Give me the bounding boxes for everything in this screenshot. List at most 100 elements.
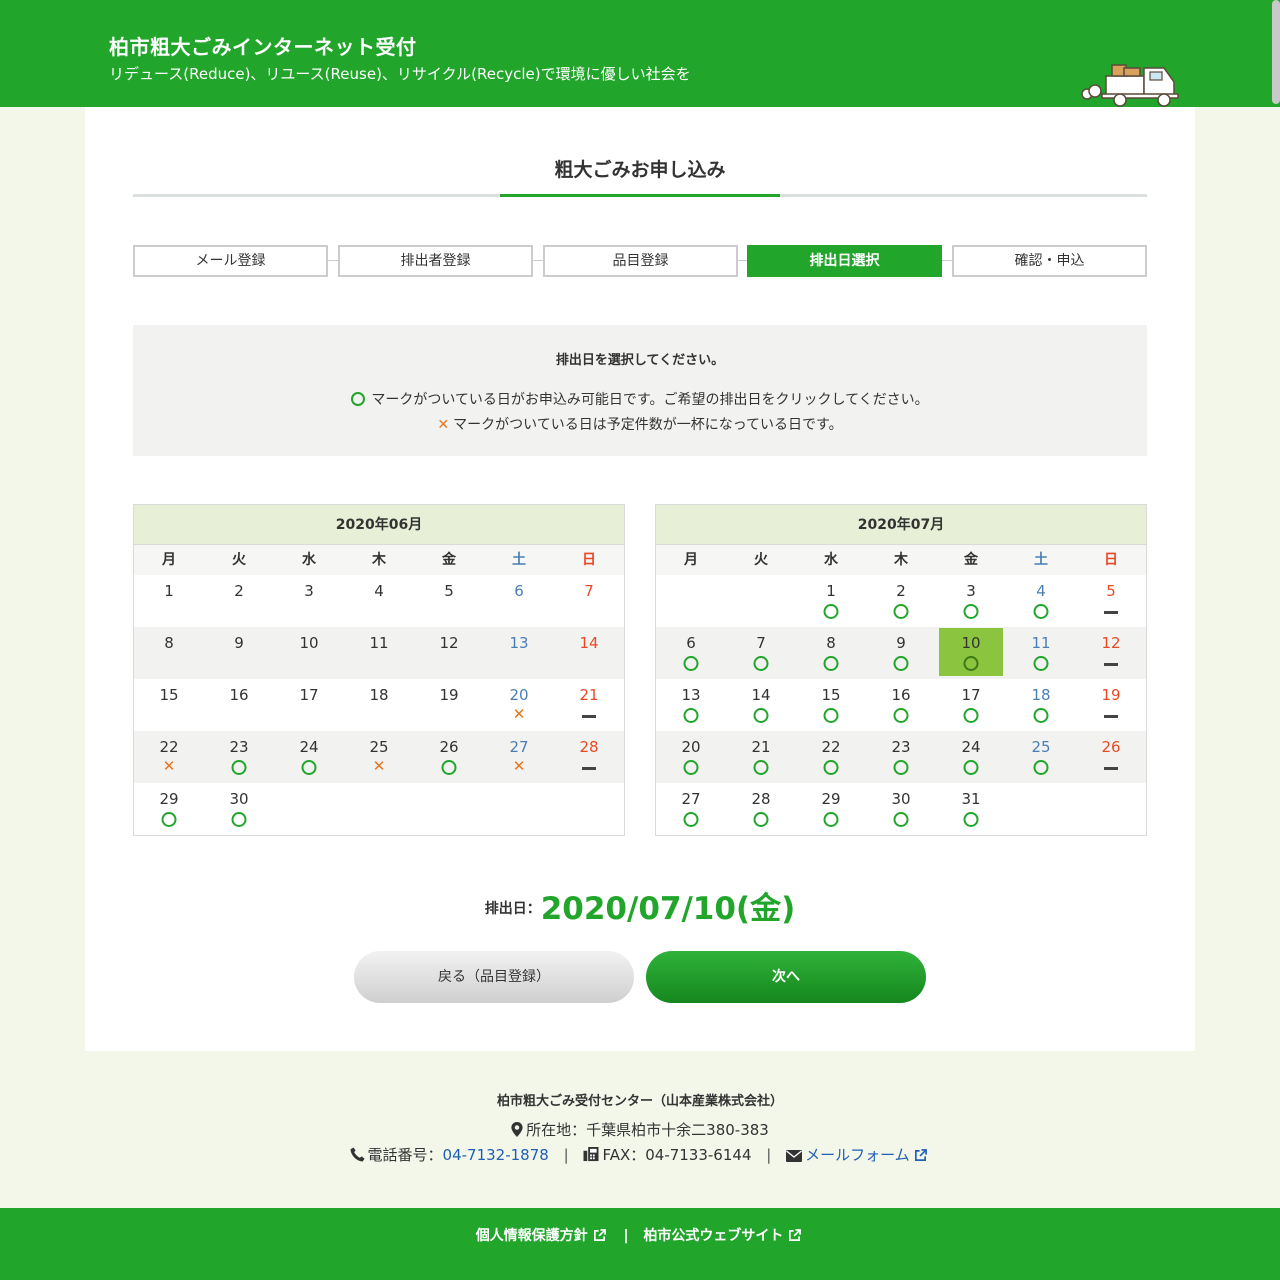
footer-mail-form-link[interactable]: メールフォーム bbox=[805, 1146, 930, 1164]
back-button[interactable]: 戻る（品目登録） bbox=[354, 951, 634, 1003]
day-number: 28 bbox=[751, 790, 771, 808]
calendar-day: 7 bbox=[554, 575, 624, 627]
calendar-day[interactable]: 8 bbox=[796, 627, 866, 679]
calendar-day[interactable]: 13 bbox=[656, 679, 726, 731]
calendar-day[interactable]: 4 bbox=[1006, 575, 1076, 627]
calendar-day[interactable]: 9 bbox=[866, 627, 936, 679]
calendar-day[interactable]: 22 bbox=[796, 731, 866, 783]
day-number: 30 bbox=[891, 790, 911, 808]
day-number: 24 bbox=[299, 738, 319, 756]
footer-bar: 個人情報保護方針 | 柏市公式ウェブサイト bbox=[0, 1208, 1280, 1280]
city-website-link[interactable]: 柏市公式ウェブサイト bbox=[643, 1228, 804, 1244]
available-circle-icon bbox=[161, 812, 177, 827]
day-number: 8 bbox=[826, 634, 836, 652]
available-circle-icon bbox=[963, 812, 979, 827]
calendar-day[interactable]: 6 bbox=[656, 627, 726, 679]
available-circle-icon bbox=[1033, 656, 1049, 671]
full-cross-icon: ✕ bbox=[372, 757, 386, 775]
calendar-weekday-header: 月火水木金土日 bbox=[656, 545, 1146, 575]
calendar-day[interactable]: 16 bbox=[866, 679, 936, 731]
calendar-day[interactable]: 1 bbox=[796, 575, 866, 627]
calendar-day[interactable]: 30 bbox=[204, 783, 274, 835]
available-circle-icon bbox=[1033, 760, 1049, 775]
calendar-day: 20 ✕ bbox=[484, 679, 554, 731]
calendar-day[interactable]: 30 bbox=[866, 783, 936, 835]
footer-separator: | bbox=[623, 1228, 629, 1244]
calendar-day[interactable]: 28 bbox=[726, 783, 796, 835]
available-circle-icon bbox=[963, 760, 979, 775]
calendar-day[interactable]: 20 bbox=[656, 731, 726, 783]
weekday-label: 金 bbox=[442, 552, 456, 568]
calendar-day[interactable]: 21 bbox=[726, 731, 796, 783]
privacy-policy-link[interactable]: 個人情報保護方針 bbox=[476, 1228, 609, 1244]
calendar-week-row: 8 9 10 11 12 13 14 bbox=[134, 627, 624, 679]
selected-date-label: 排出日： bbox=[484, 901, 541, 917]
closed-dash-icon bbox=[1104, 715, 1118, 718]
calendar-empty-cell bbox=[726, 575, 796, 627]
calendar-day[interactable]: 18 bbox=[1006, 679, 1076, 731]
day-number: 17 bbox=[299, 686, 319, 704]
day-number: 9 bbox=[234, 634, 244, 652]
available-circle-icon bbox=[683, 656, 699, 671]
calendar-day[interactable]: 23 bbox=[204, 731, 274, 783]
footer-phone-label: 電話番号： bbox=[367, 1146, 443, 1164]
calendar-day[interactable]: 2 bbox=[866, 575, 936, 627]
calendar-body: 1 2 3 4 5 6 7 8 9 10 11 12 13 14 15 16 17 18 19 20 21 22 23 24 2… bbox=[656, 575, 1146, 835]
available-circle-icon bbox=[823, 708, 839, 723]
calendar-day[interactable]: 17 bbox=[936, 679, 1006, 731]
scrollbar[interactable] bbox=[1272, 0, 1280, 104]
day-number: 14 bbox=[751, 686, 771, 704]
calendar-day[interactable]: 15 bbox=[796, 679, 866, 731]
notice-full-text: マークがついている日は予定件数が一杯になっている日です。 bbox=[453, 417, 843, 433]
day-number: 14 bbox=[579, 634, 599, 652]
calendar-week-row: 29 30 bbox=[134, 783, 624, 835]
footer-phone-link[interactable]: 04-7132-1878 bbox=[443, 1146, 549, 1164]
calendar-day[interactable]: 31 bbox=[936, 783, 1006, 835]
day-number: 16 bbox=[891, 686, 911, 704]
day-number: 3 bbox=[966, 582, 976, 600]
notice-full: ✕ マークがついている日は予定件数が一杯になっている日です。 bbox=[133, 414, 1147, 434]
closed-dash-icon bbox=[1104, 611, 1118, 614]
day-number: 29 bbox=[821, 790, 841, 808]
step-connector bbox=[533, 260, 543, 261]
calendar-day: 21 bbox=[554, 679, 624, 731]
available-circle-icon bbox=[301, 760, 317, 775]
calendar-day-selected[interactable]: 10 bbox=[936, 627, 1006, 679]
calendar-day[interactable]: 26 bbox=[414, 731, 484, 783]
day-number: 2 bbox=[896, 582, 906, 600]
calendar-day[interactable]: 23 bbox=[866, 731, 936, 783]
calendar-day[interactable]: 27 bbox=[656, 783, 726, 835]
calendar-day[interactable]: 29 bbox=[134, 783, 204, 835]
calendar-day[interactable]: 7 bbox=[726, 627, 796, 679]
site-title[interactable]: 柏市粗大ごみインターネット受付 bbox=[109, 31, 417, 60]
calendar-day: 5 bbox=[1076, 575, 1146, 627]
calendar-empty-cell bbox=[484, 783, 554, 835]
day-number: 18 bbox=[1031, 686, 1051, 704]
next-button[interactable]: 次へ bbox=[646, 951, 926, 1003]
calendar-day[interactable]: 24 bbox=[936, 731, 1006, 783]
calendar-day[interactable]: 29 bbox=[796, 783, 866, 835]
calendar-day[interactable]: 3 bbox=[936, 575, 1006, 627]
footer-contact: 電話番号：04-7132-1878 | FAX：04-7133-6144 | メ… bbox=[0, 1144, 1280, 1165]
calendar-day: 4 bbox=[344, 575, 414, 627]
calendar-day: 12 bbox=[1076, 627, 1146, 679]
calendar-day[interactable]: 24 bbox=[274, 731, 344, 783]
step-mail-registration: メール登録 bbox=[133, 245, 328, 277]
calendar-day[interactable]: 14 bbox=[726, 679, 796, 731]
calendar-day[interactable]: 11 bbox=[1006, 627, 1076, 679]
calendar-week-row: 15 16 17 18 19 20 ✕ 21 bbox=[134, 679, 624, 731]
closed-dash-icon bbox=[1104, 663, 1118, 666]
calendar-week-row: 27 28 29 30 31 bbox=[656, 783, 1146, 835]
calendar-day[interactable]: 25 bbox=[1006, 731, 1076, 783]
day-number: 1 bbox=[164, 582, 174, 600]
full-cross-icon: ✕ bbox=[162, 757, 176, 775]
calendar-day: 18 bbox=[344, 679, 414, 731]
day-number: 15 bbox=[821, 686, 841, 704]
calendar-day: 28 bbox=[554, 731, 624, 783]
day-number: 19 bbox=[1101, 686, 1121, 704]
available-circle-icon bbox=[823, 812, 839, 827]
day-number: 26 bbox=[439, 738, 459, 756]
phone-icon bbox=[350, 1147, 365, 1162]
day-number: 10 bbox=[299, 634, 319, 652]
day-number: 12 bbox=[439, 634, 459, 652]
